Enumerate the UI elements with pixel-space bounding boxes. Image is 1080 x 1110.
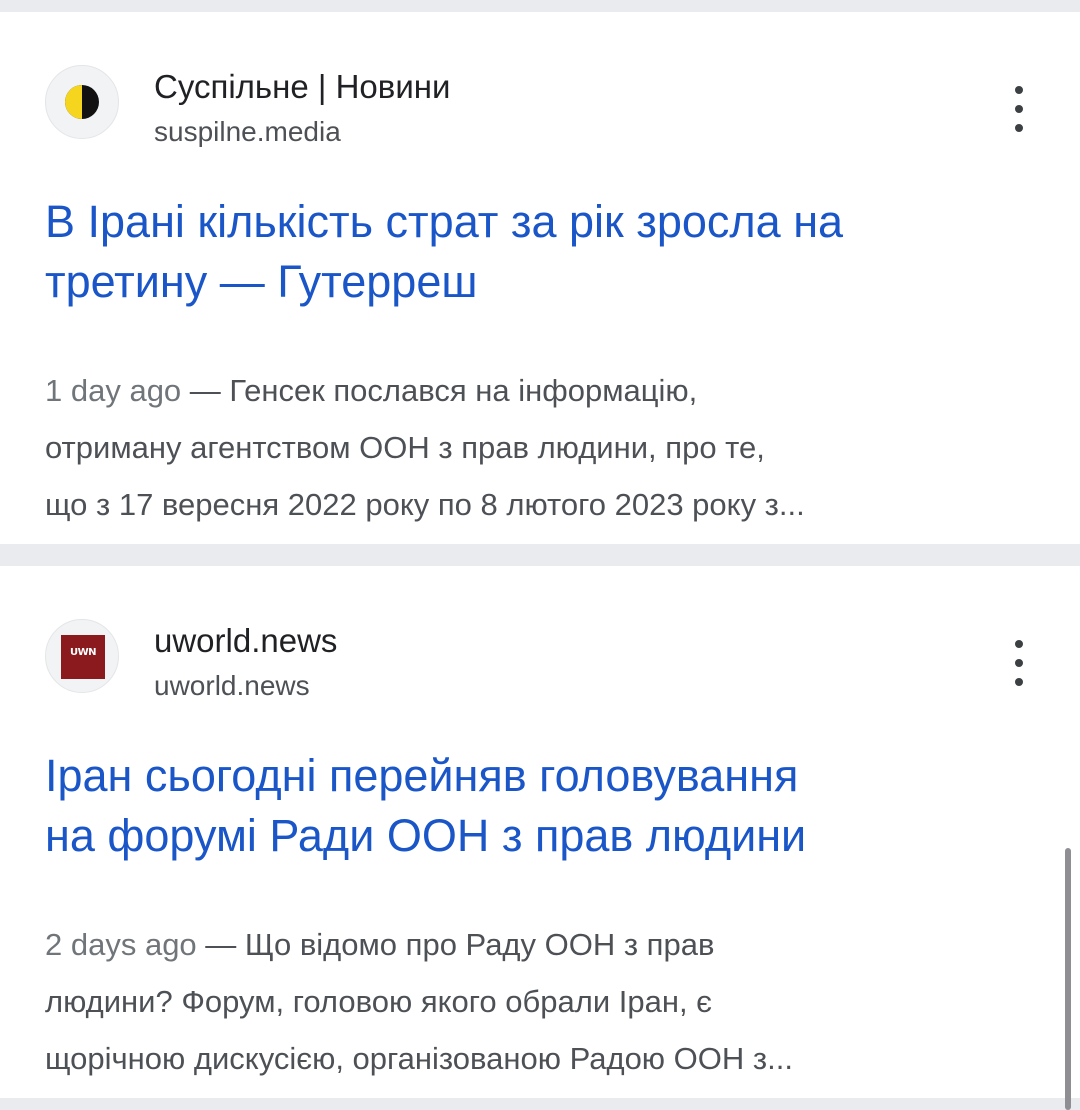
site-name[interactable]: Суспільне | Новини [154,68,450,106]
result-title-link[interactable]: В Ірані кількість страт за рік зросла на… [45,192,1055,312]
snippet-line: щорічною дискусією, організованою Радою … [45,1041,793,1076]
title-line: Іран сьогодні перейняв головування [45,750,799,801]
uwn-logo-icon: UWN [61,635,105,679]
site-url[interactable]: uworld.news [154,670,310,702]
result-date: 2 days ago [45,927,197,962]
more-options-button[interactable] [1004,86,1036,132]
snippet-line: людини? Форум, головою якого обрали Іран… [45,984,712,1019]
more-vert-icon [1015,640,1023,648]
site-favicon[interactable]: UWN [45,619,119,693]
result-snippet: 2 days ago — Що відомо про Раду ООН з пр… [45,916,1055,1087]
site-favicon[interactable] [45,65,119,139]
snippet-line: — Що відомо про Раду ООН з прав [196,927,715,962]
search-result-card: UWN uworld.news uworld.news Іран сьогодн… [0,566,1080,1098]
snippet-line: — Генсек послався на інформацію, [181,373,698,408]
more-options-button[interactable] [1004,640,1036,686]
suspilne-logo-icon [65,85,99,119]
result-snippet: 1 day ago — Генсек послався на інформаці… [45,362,1055,533]
snippet-line: отриману агентством ООН з прав людини, п… [45,430,765,465]
scrollbar[interactable] [1065,848,1071,1110]
result-title-link[interactable]: Іран сьогодні перейняв головування на фо… [45,746,1055,866]
title-line: на форумі Ради ООН з прав людини [45,810,807,861]
snippet-line: що з 17 вересня 2022 року по 8 лютого 20… [45,487,805,522]
title-line: В Ірані кількість страт за рік зросла на [45,196,844,247]
more-vert-icon [1015,86,1023,94]
search-result-card: Суспільне | Новини suspilne.media В Іран… [0,12,1080,544]
title-line: третину — Гутерреш [45,256,478,307]
site-name[interactable]: uworld.news [154,622,337,660]
site-url[interactable]: suspilne.media [154,116,341,148]
result-date: 1 day ago [45,373,182,408]
